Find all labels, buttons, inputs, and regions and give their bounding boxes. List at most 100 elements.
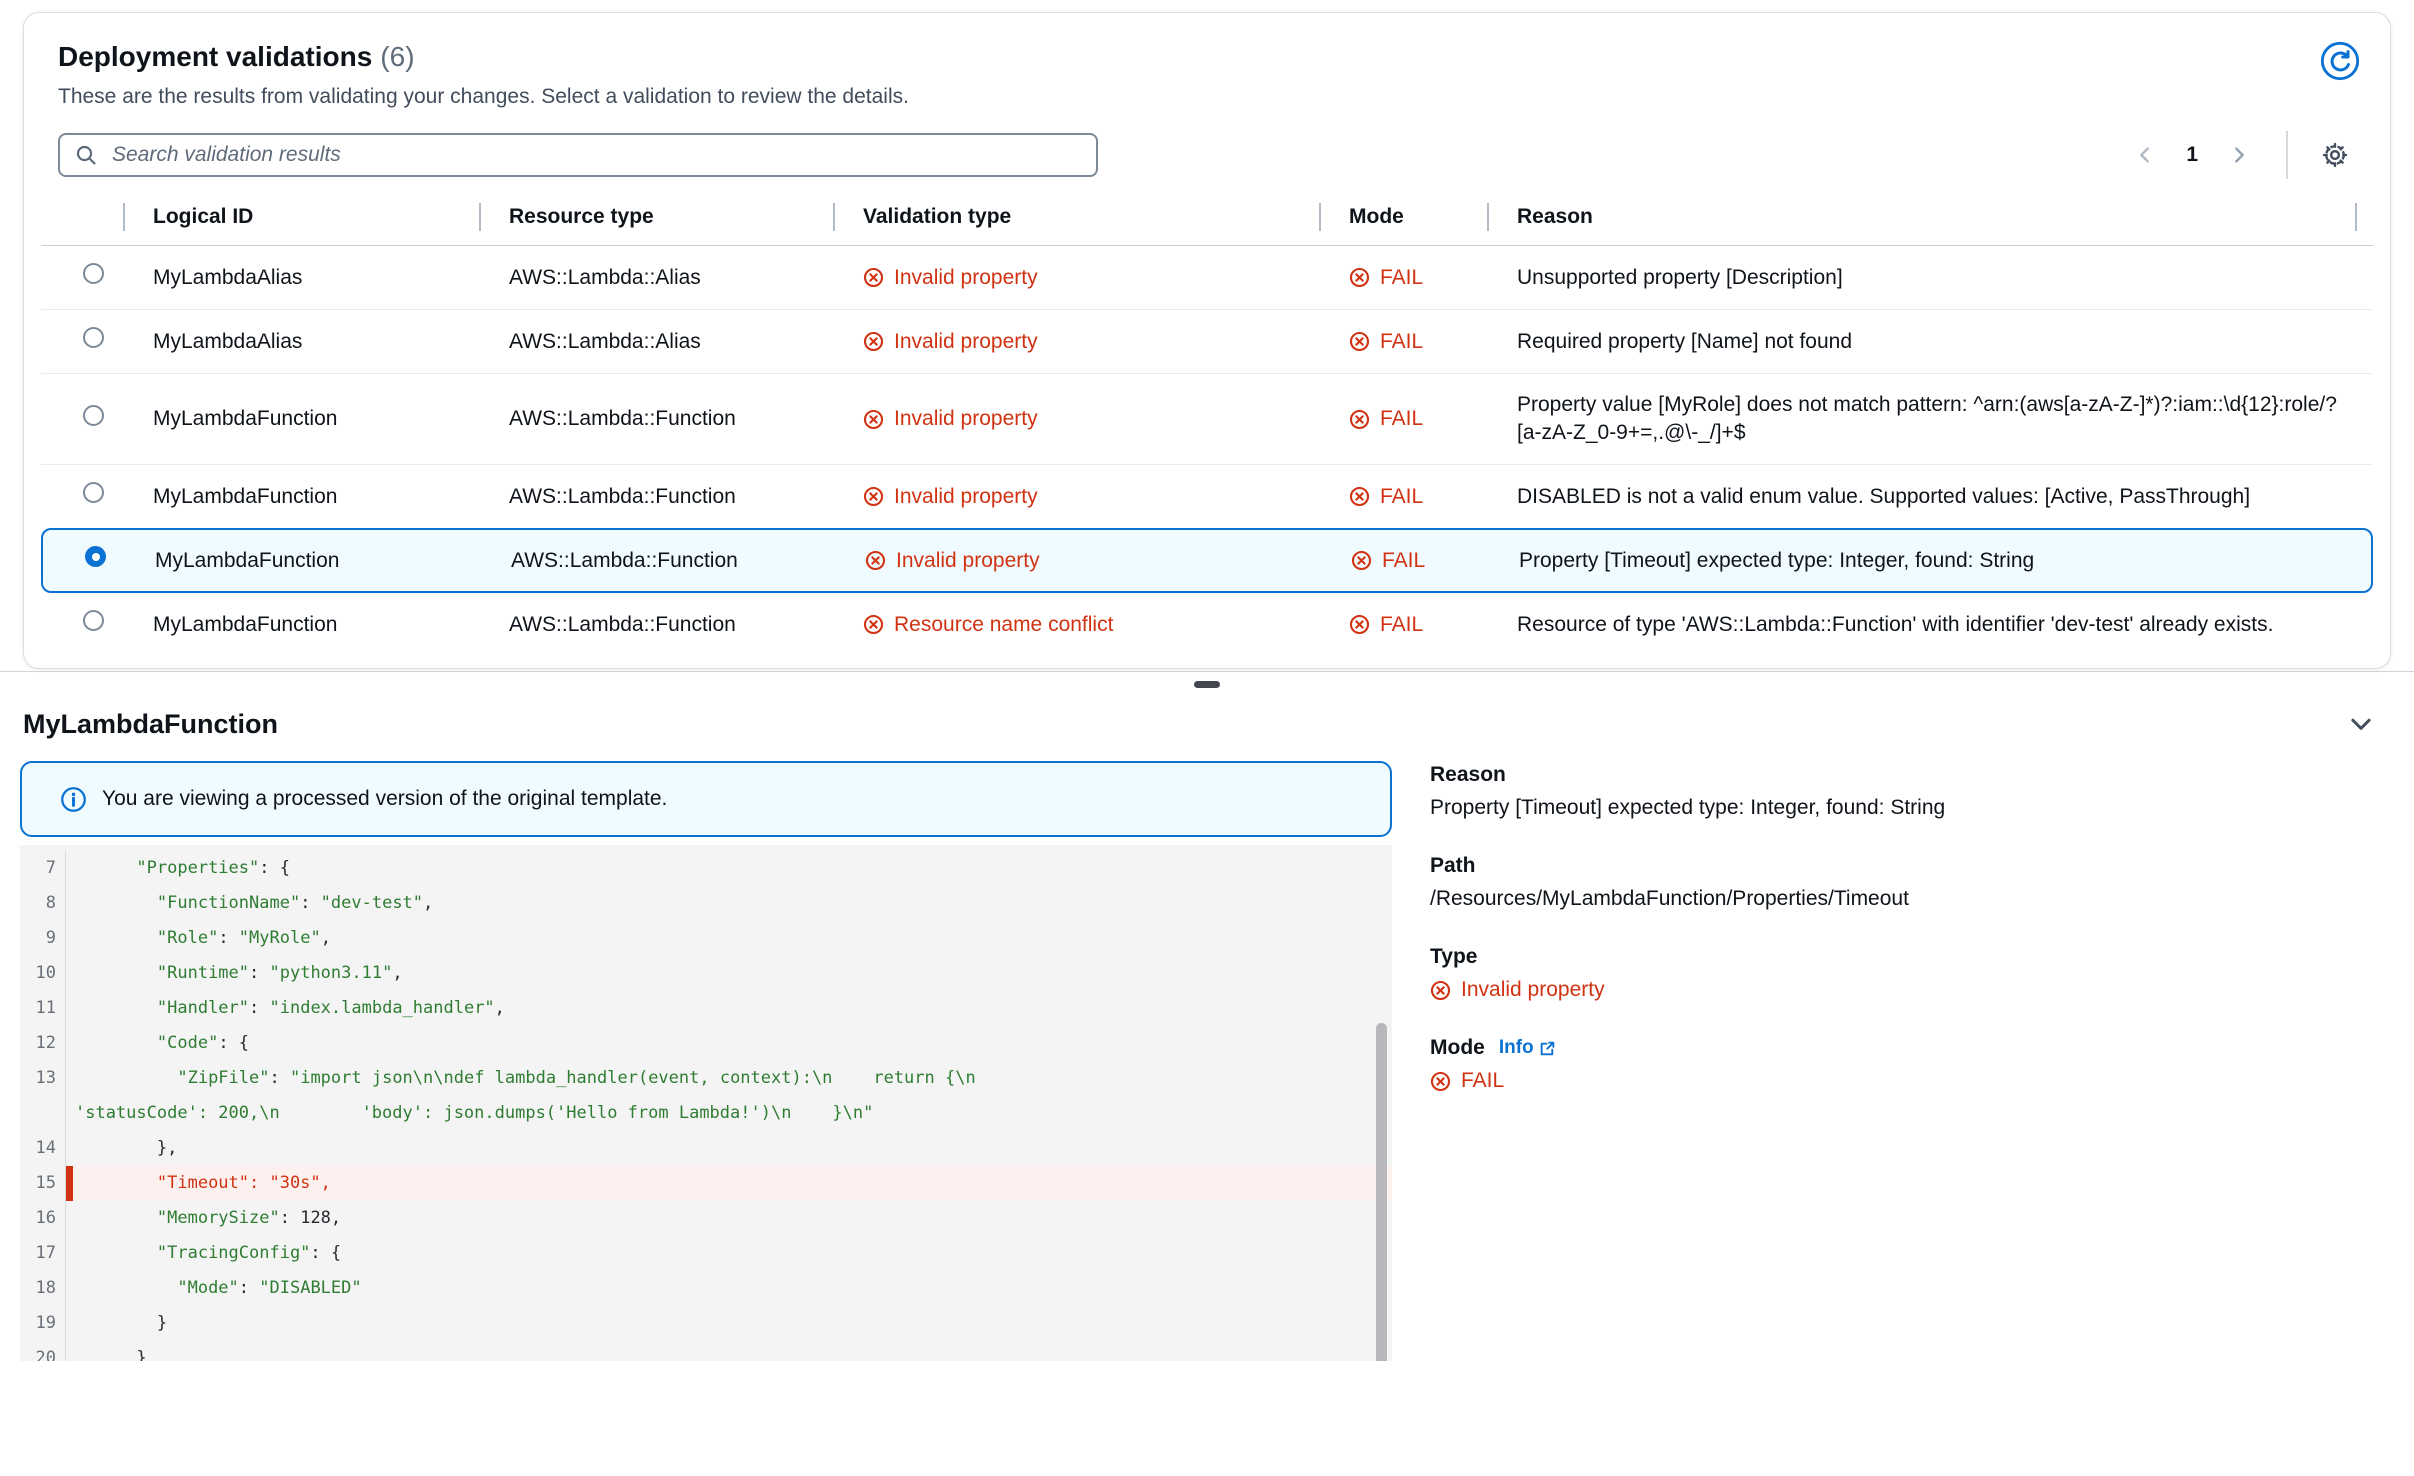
mode-cell: FAIL (1349, 264, 1517, 292)
path-value: /Resources/MyLambdaFunction/Properties/T… (1430, 885, 2394, 913)
column-header-resource-type: Resource type (509, 205, 863, 229)
row-select-radio[interactable] (83, 610, 104, 631)
external-link-icon (1539, 1040, 1556, 1057)
mode-info-link[interactable]: Info (1499, 1037, 1556, 1059)
mode-cell: FAIL (1349, 328, 1517, 356)
reason-cell: Required property [Name] not found (1517, 328, 2373, 356)
chevron-down-icon (2346, 709, 2376, 739)
code-line: 17 "TracingConfig": { (20, 1236, 1392, 1271)
column-header-validation-type: Validation type (863, 205, 1349, 229)
line-number: 17 (20, 1236, 66, 1271)
validations-table: Logical ID Resource type Validation type… (41, 199, 2373, 656)
validation-details: Reason Property [Timeout] expected type:… (1430, 761, 2394, 1127)
type-label: Type (1430, 945, 2394, 969)
table-row[interactable]: MyLambdaAliasAWS::Lambda::AliasInvalid p… (41, 246, 2373, 309)
refresh-button[interactable] (2320, 41, 2360, 81)
line-number: 13 (20, 1061, 66, 1096)
mode-label: Mode (1430, 1036, 1485, 1060)
type-value: Invalid property (1430, 976, 2394, 1004)
table-preferences-button[interactable] (2314, 136, 2356, 174)
line-number: 7 (20, 851, 66, 886)
table-row[interactable]: MyLambdaFunctionAWS::Lambda::FunctionInv… (41, 464, 2373, 528)
code-lines: 7 "Properties": {8 "FunctionName": "dev-… (20, 851, 1392, 1361)
table-row[interactable]: MyLambdaAliasAWS::Lambda::AliasInvalid p… (41, 309, 2373, 373)
resource-type-cell: AWS::Lambda::Alias (509, 264, 863, 292)
row-select-radio[interactable] (83, 263, 104, 284)
table-row[interactable]: MyLambdaFunctionAWS::Lambda::FunctionInv… (41, 373, 2373, 464)
validation-type-cell: Resource name conflict (863, 611, 1349, 639)
row-select-radio[interactable] (83, 482, 104, 503)
code-line: 8 "FunctionName": "dev-test", (20, 886, 1392, 921)
error-icon (1349, 409, 1370, 430)
line-number: 16 (20, 1201, 66, 1236)
table-row[interactable]: MyLambdaFunctionAWS::Lambda::FunctionRes… (41, 593, 2373, 656)
toolbar-divider (2286, 131, 2288, 179)
banner-text: You are viewing a processed version of t… (102, 787, 667, 811)
search-box[interactable] (58, 133, 1098, 177)
deployment-validations-panel: Deployment validations(6) These are the … (23, 12, 2391, 669)
logical-id-cell: MyLambdaFunction (153, 405, 509, 433)
logical-id-cell: MyLambdaAlias (153, 264, 509, 292)
chevron-right-icon (2228, 144, 2250, 166)
resource-type-cell: AWS::Lambda::Function (509, 611, 863, 639)
logical-id-cell: MyLambdaAlias (153, 328, 509, 356)
error-icon (863, 331, 884, 352)
code-scrollbar[interactable] (1376, 1023, 1387, 1361)
page-title: Deployment validations(6) (58, 39, 415, 75)
mode-cell: FAIL (1349, 405, 1517, 433)
resize-handle[interactable] (1194, 681, 1220, 688)
path-label: Path (1430, 854, 2394, 878)
reason-label: Reason (1430, 763, 2394, 787)
error-icon (1351, 550, 1372, 571)
line-number: 18 (20, 1271, 66, 1306)
template-code-viewer: 7 "Properties": {8 "FunctionName": "dev-… (20, 845, 1392, 1361)
mode-cell: FAIL (1351, 547, 1519, 575)
error-icon (863, 614, 884, 635)
code-line: 18 "Mode": "DISABLED" (20, 1271, 1392, 1306)
error-icon (863, 267, 884, 288)
error-icon (863, 409, 884, 430)
info-icon (60, 786, 87, 813)
resource-type-cell: AWS::Lambda::Function (509, 405, 863, 433)
code-line: 'statusCode': 200,\n 'body': json.dumps(… (20, 1096, 1392, 1131)
table-row[interactable]: MyLambdaFunctionAWS::Lambda::FunctionInv… (41, 528, 2373, 593)
reason-cell: DISABLED is not a valid enum value. Supp… (1517, 483, 2373, 511)
reason-cell: Unsupported property [Description] (1517, 264, 2373, 292)
line-number: 19 (20, 1306, 66, 1341)
error-icon (1349, 267, 1370, 288)
resource-type-cell: AWS::Lambda::Alias (509, 328, 863, 356)
current-page-number[interactable]: 1 (2174, 143, 2210, 167)
code-line: 16 "MemorySize": 128, (20, 1201, 1392, 1236)
row-select-radio[interactable] (83, 405, 104, 426)
reason-cell: Property [Timeout] expected type: Intege… (1519, 547, 2371, 575)
logical-id-cell: MyLambdaFunction (155, 547, 511, 575)
code-line: 12 "Code": { (20, 1026, 1392, 1061)
collapse-panel-button[interactable] (2342, 705, 2380, 743)
search-icon (74, 143, 98, 167)
split-panel-divider (0, 671, 2414, 703)
mode-cell: FAIL (1349, 611, 1517, 639)
line-number: 9 (20, 921, 66, 956)
column-header-mode: Mode (1349, 205, 1517, 229)
code-line: 15 "Timeout": "30s", (20, 1166, 1392, 1201)
row-select-radio[interactable] (85, 546, 106, 567)
code-line: 9 "Role": "MyRole", (20, 921, 1392, 956)
line-number: 14 (20, 1131, 66, 1166)
previous-page-button[interactable] (2124, 140, 2166, 170)
next-page-button[interactable] (2218, 140, 2260, 170)
reason-cell: Property value [MyRole] does not match p… (1517, 391, 2373, 447)
mode-cell: FAIL (1349, 483, 1517, 511)
code-line: 19 } (20, 1306, 1392, 1341)
chevron-left-icon (2134, 144, 2156, 166)
validation-type-cell: Invalid property (863, 483, 1349, 511)
info-banner: You are viewing a processed version of t… (20, 761, 1392, 837)
search-input[interactable] (110, 142, 1082, 168)
line-number: 10 (20, 956, 66, 991)
validation-type-cell: Invalid property (865, 547, 1351, 575)
line-number: 12 (20, 1026, 66, 1061)
validation-type-cell: Invalid property (863, 264, 1349, 292)
reason-value: Property [Timeout] expected type: Intege… (1430, 794, 2394, 822)
row-select-radio[interactable] (83, 327, 104, 348)
error-icon (863, 486, 884, 507)
logical-id-cell: MyLambdaFunction (153, 483, 509, 511)
